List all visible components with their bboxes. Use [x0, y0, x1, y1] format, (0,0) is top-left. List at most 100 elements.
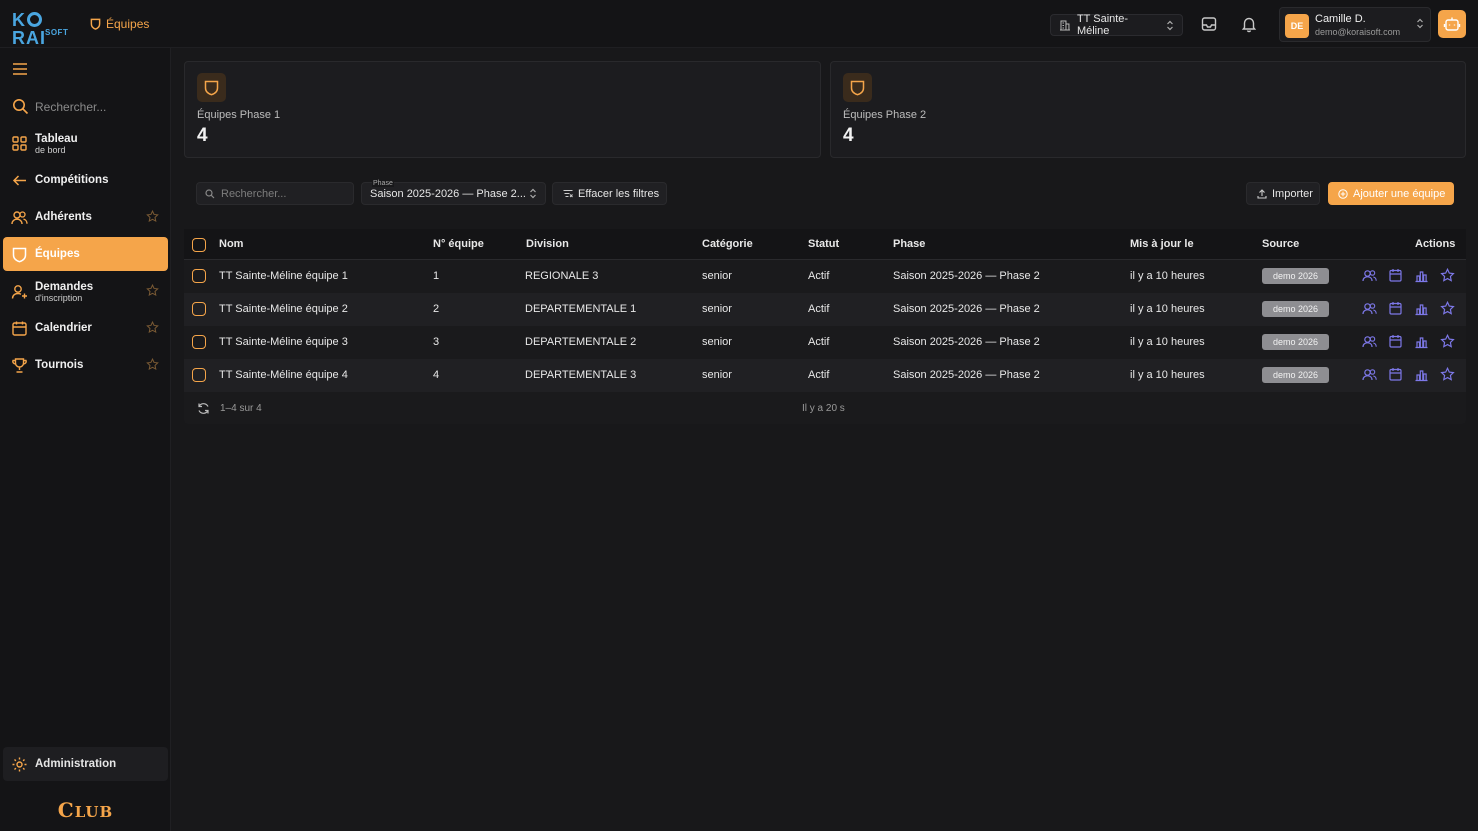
- table-row[interactable]: TT Sainte-Méline équipe 3 3 DEPARTEMENTALE…: [184, 326, 1466, 359]
- shield-icon: [12, 247, 27, 262]
- star-icon: [1440, 367, 1455, 381]
- calendar-icon: [1389, 335, 1402, 348]
- favorite-action-button[interactable]: [1440, 367, 1455, 382]
- sidebar-item-competitions[interactable]: Compétitions: [3, 163, 168, 197]
- cell-nom[interactable]: TT Sainte-Méline équipe 2: [219, 303, 348, 315]
- calendar-action-button[interactable]: [1388, 301, 1403, 316]
- calendar-action-button[interactable]: [1388, 268, 1403, 283]
- sidebar-item-label: Tableau: [35, 133, 78, 145]
- menu-icon[interactable]: [12, 62, 28, 76]
- column-header-division[interactable]: Division: [526, 238, 569, 250]
- sidebar-item-equipes[interactable]: Équipes: [3, 237, 168, 271]
- column-header-nom[interactable]: Nom: [219, 238, 243, 250]
- sidebar-item-label: Calendrier: [35, 322, 92, 334]
- sidebar-search[interactable]: Rechercher...: [12, 98, 106, 115]
- sidebar-search-placeholder: Rechercher...: [35, 99, 107, 114]
- phase-select-value: Saison 2025-2026 — Phase 2...: [370, 188, 526, 200]
- korai-soft-logo[interactable]: KRAI SOFT: [12, 11, 72, 47]
- breadcrumb-current: Équipes: [106, 17, 150, 31]
- cell-division: DEPARTEMENTALE 3: [525, 369, 637, 381]
- column-header-numero[interactable]: N° équipe: [433, 238, 484, 250]
- refresh-icon[interactable]: [197, 402, 210, 415]
- select-all-checkbox[interactable]: [192, 238, 206, 252]
- sidebar-item-adherents[interactable]: Adhérents: [3, 200, 168, 234]
- top-bar: KRAI SOFT Équipes TT Sainte-Méline DE Ca…: [0, 0, 1478, 48]
- sidebar-item-sublabel: d'inscription: [35, 293, 83, 303]
- calendar-icon: [1389, 368, 1402, 381]
- arrow-left-icon: [12, 174, 26, 186]
- sidebar-item-calendrier[interactable]: Calendrier: [3, 311, 168, 345]
- table-row[interactable]: TT Sainte-Méline équipe 1 1 REGIONALE 3 sen…: [184, 260, 1466, 293]
- chart-icon: [1415, 370, 1428, 382]
- user-menu[interactable]: DE Camille D. demo@koraisoft.com: [1279, 7, 1431, 42]
- members-action-button[interactable]: [1362, 367, 1377, 382]
- star-icon[interactable]: [146, 321, 159, 334]
- chart-icon: [1415, 271, 1428, 283]
- column-header-phase[interactable]: Phase: [893, 238, 925, 250]
- club-selector[interactable]: TT Sainte-Méline: [1050, 13, 1183, 37]
- calendar-icon: [12, 321, 27, 336]
- cell-nom[interactable]: TT Sainte-Méline équipe 1: [219, 270, 348, 282]
- teams-table: Nom N° équipe Division Catégorie Statut …: [184, 229, 1466, 424]
- stats-action-button[interactable]: [1414, 367, 1429, 382]
- sidebar-item-demandes[interactable]: Demandes d'inscription: [3, 274, 168, 308]
- row-checkbox[interactable]: [192, 269, 206, 283]
- stat-label: Équipes Phase 2: [843, 109, 927, 121]
- stats-action-button[interactable]: [1414, 268, 1429, 283]
- table-header: Nom N° équipe Division Catégorie Statut …: [184, 229, 1466, 260]
- assistant-button[interactable]: [1438, 10, 1466, 38]
- source-badge: demo 2026: [1262, 334, 1329, 350]
- inbox-icon[interactable]: [1200, 15, 1218, 33]
- sidebar-item-dashboard[interactable]: Tableau de bord: [3, 126, 168, 160]
- club-selector-value: TT Sainte-Méline: [1076, 13, 1129, 37]
- column-header-source[interactable]: Source: [1262, 238, 1299, 250]
- members-action-button[interactable]: [1362, 301, 1377, 316]
- add-team-button[interactable]: Ajouter une équipe: [1328, 182, 1454, 205]
- sidebar-item-label: Compétitions: [35, 174, 109, 186]
- star-icon: [1440, 334, 1455, 348]
- chart-icon: [1415, 304, 1428, 316]
- column-header-statut[interactable]: Statut: [808, 238, 839, 250]
- table-row[interactable]: TT Sainte-Méline équipe 2 2 DEPARTEMENTALE…: [184, 293, 1466, 326]
- source-badge: demo 2026: [1262, 367, 1329, 383]
- clear-filters-button[interactable]: Effacer les filtres: [552, 182, 667, 205]
- favorite-action-button[interactable]: [1440, 334, 1455, 349]
- bell-icon[interactable]: [1240, 15, 1258, 33]
- row-checkbox[interactable]: [192, 335, 206, 349]
- members-action-button[interactable]: [1362, 268, 1377, 283]
- cell-phase: Saison 2025-2026 — Phase 2: [893, 270, 1040, 282]
- column-header-categorie[interactable]: Catégorie: [702, 238, 753, 250]
- row-checkbox[interactable]: [192, 302, 206, 316]
- sidebar-item-label: Équipes: [35, 248, 80, 260]
- sidebar-item-administration[interactable]: Administration: [3, 747, 168, 781]
- last-updated: Il y a 20 s: [802, 403, 845, 414]
- phase-select[interactable]: Phase Saison 2025-2026 — Phase 2...: [361, 180, 546, 205]
- row-checkbox[interactable]: [192, 368, 206, 382]
- cell-nom[interactable]: TT Sainte-Méline équipe 4: [219, 369, 348, 381]
- favorite-action-button[interactable]: [1440, 268, 1455, 283]
- favorite-action-button[interactable]: [1440, 301, 1455, 316]
- column-header-maj[interactable]: Mis à jour le: [1130, 238, 1194, 250]
- calendar-action-button[interactable]: [1388, 334, 1403, 349]
- cell-categorie: senior: [702, 369, 732, 381]
- star-icon[interactable]: [146, 210, 159, 223]
- search-placeholder: Rechercher...: [221, 187, 287, 200]
- cell-division: REGIONALE 3: [525, 270, 599, 282]
- stats-action-button[interactable]: [1414, 334, 1429, 349]
- avatar: DE: [1285, 14, 1309, 38]
- chevron-updown-icon: [530, 188, 536, 199]
- upload-icon: [1257, 188, 1267, 199]
- cell-nom[interactable]: TT Sainte-Méline équipe 3: [219, 336, 348, 348]
- clear-filters-label: Effacer les filtres: [578, 187, 660, 200]
- import-button[interactable]: Importer: [1246, 182, 1320, 205]
- table-row[interactable]: TT Sainte-Méline équipe 4 4 DEPARTEMENTALE…: [184, 359, 1466, 392]
- users-icon: [1362, 336, 1377, 348]
- sidebar-item-tournois[interactable]: Tournois: [3, 348, 168, 382]
- members-action-button[interactable]: [1362, 334, 1377, 349]
- search-input[interactable]: Rechercher...: [196, 182, 354, 205]
- star-icon[interactable]: [146, 284, 159, 297]
- cell-maj: il y a 10 heures: [1130, 270, 1205, 282]
- star-icon[interactable]: [146, 358, 159, 371]
- stats-action-button[interactable]: [1414, 301, 1429, 316]
- calendar-action-button[interactable]: [1388, 367, 1403, 382]
